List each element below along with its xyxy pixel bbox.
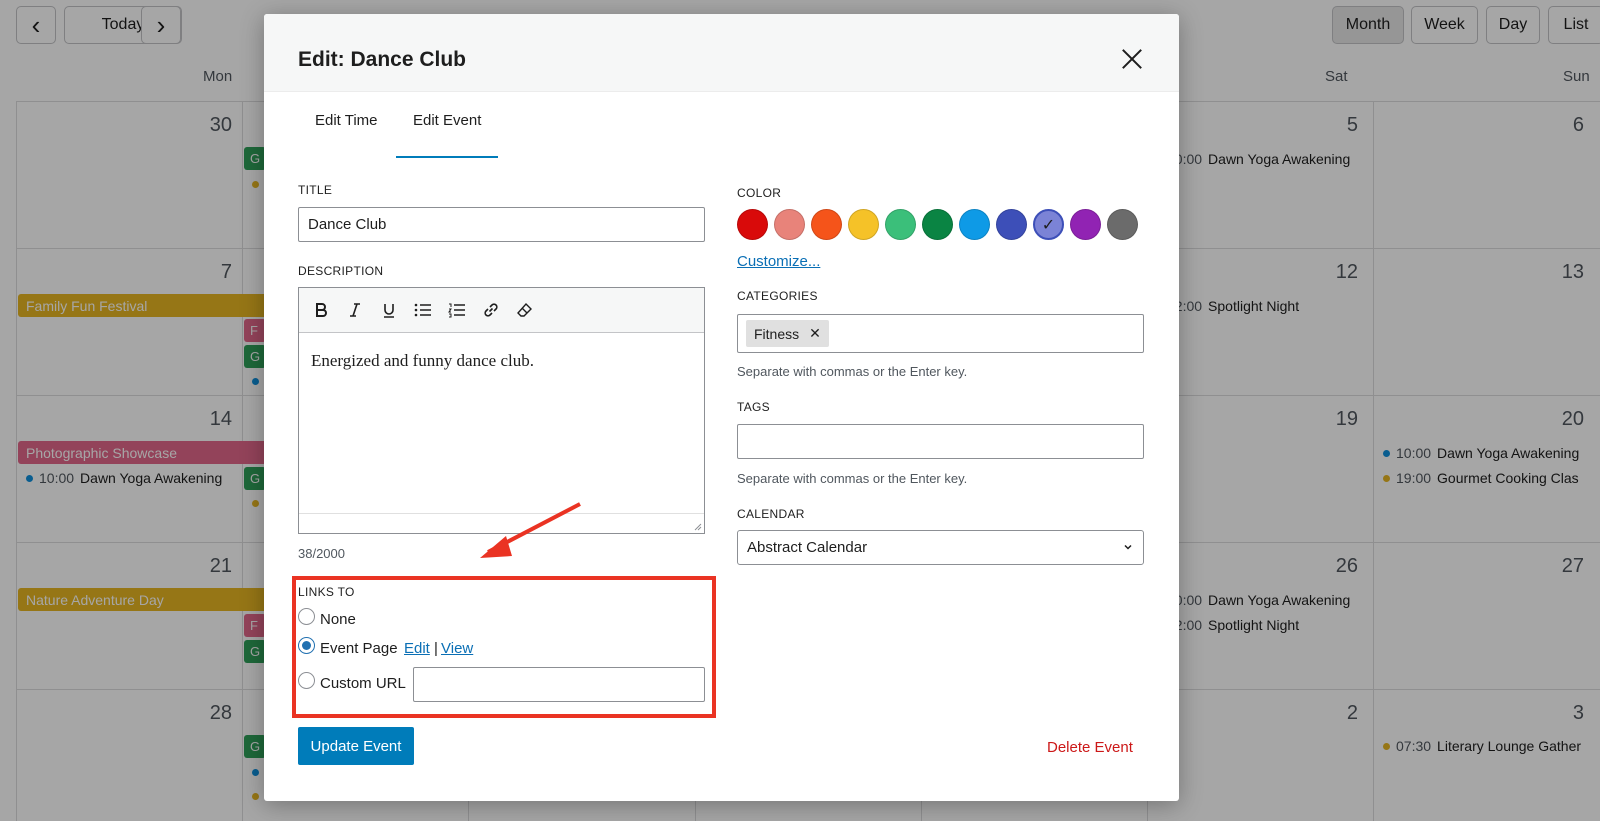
delete-event-button[interactable]: Delete Event <box>1047 739 1133 756</box>
categories-hint: Separate with commas or the Enter key. <box>737 364 968 379</box>
tags-input[interactable] <box>737 424 1144 459</box>
eraser-icon[interactable] <box>515 300 535 320</box>
category-token: Fitness ✕ <box>746 320 829 347</box>
color-swatch-mint[interactable] <box>885 209 916 240</box>
color-swatch-blue[interactable] <box>959 209 990 240</box>
customize-colors-link[interactable]: Customize... <box>737 253 820 270</box>
modal-title: Edit: Dance Club <box>298 48 467 71</box>
bulleted-list-icon[interactable] <box>413 300 433 320</box>
tags-hint: Separate with commas or the Enter key. <box>737 471 968 486</box>
title-input[interactable]: Dance Club <box>298 207 705 242</box>
check-icon: ✓ <box>1041 216 1056 234</box>
color-swatch-periwinkle-selected[interactable]: ✓ <box>1033 209 1064 240</box>
chevron-down-icon <box>1124 544 1132 550</box>
categories-label: CATEGORIES <box>737 289 818 303</box>
tags-label: TAGS <box>737 400 770 414</box>
color-label: COLOR <box>737 186 782 200</box>
editor-toolbar <box>299 288 704 333</box>
link-icon[interactable] <box>481 300 501 320</box>
description-editor[interactable]: Energized and funny dance club. <box>298 287 705 534</box>
color-swatch-yellow[interactable] <box>848 209 879 240</box>
modal-header: Edit: Dance Club <box>264 14 1179 92</box>
color-swatch-salmon[interactable] <box>774 209 805 240</box>
category-token-label: Fitness <box>754 325 800 342</box>
calendar-label: CALENDAR <box>737 507 805 521</box>
color-swatch-orange[interactable] <box>811 209 842 240</box>
annotation-highlight-box <box>292 576 716 718</box>
char-count: 38/2000 <box>298 546 345 561</box>
remove-token-icon[interactable]: ✕ <box>809 325 821 342</box>
update-event-button[interactable]: Update Event <box>298 727 414 765</box>
color-swatch-purple[interactable] <box>1070 209 1101 240</box>
numbered-list-icon[interactable] <box>447 300 467 320</box>
annotation-arrow-icon <box>480 502 581 558</box>
tab-edit-event[interactable]: Edit Event <box>413 112 481 129</box>
underline-icon[interactable] <box>379 300 399 320</box>
italic-icon[interactable] <box>345 300 365 320</box>
color-swatch-red[interactable] <box>737 209 768 240</box>
calendar-select-value: Abstract Calendar <box>747 539 868 556</box>
resize-handle-icon[interactable] <box>692 521 702 531</box>
description-label: DESCRIPTION <box>298 264 384 278</box>
title-label: TITLE <box>298 183 333 197</box>
active-tab-indicator <box>396 156 498 158</box>
color-swatch-gray[interactable] <box>1107 209 1138 240</box>
close-icon[interactable] <box>1121 48 1143 70</box>
color-swatch-indigo[interactable] <box>996 209 1027 240</box>
bold-icon[interactable] <box>311 300 331 320</box>
tab-edit-time[interactable]: Edit Time <box>315 112 378 129</box>
calendar-select[interactable]: Abstract Calendar <box>737 530 1144 565</box>
color-swatch-green[interactable] <box>922 209 953 240</box>
description-text: Energized and funny dance club. <box>311 351 534 370</box>
